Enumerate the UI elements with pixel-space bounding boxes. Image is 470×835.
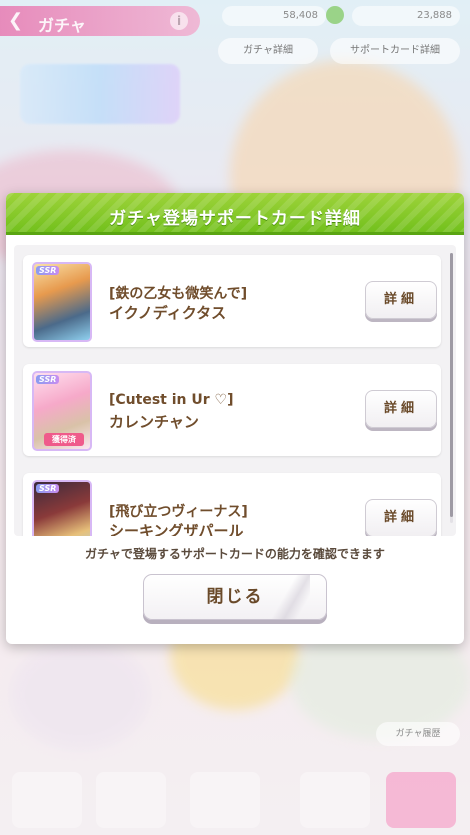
- currency-display-2: 23,888: [352, 6, 460, 26]
- rarity-badge: SSR: [36, 266, 60, 275]
- gacha-detail-button[interactable]: ガチャ詳細: [218, 38, 318, 64]
- card-character-name: イクノディクタス: [109, 304, 227, 322]
- card-row: SSR [鉄の乙女も微笑んで] イクノディクタス 詳細: [23, 255, 441, 347]
- card-thumbnail[interactable]: SSR: [32, 480, 92, 536]
- detail-button[interactable]: 詳細: [365, 281, 437, 319]
- bottom-nav: [0, 760, 470, 835]
- nav-item-4[interactable]: [300, 772, 370, 828]
- card-title: [鉄の乙女も微笑んで]: [109, 286, 248, 302]
- card-character-name: カレンチャン: [109, 413, 199, 431]
- card-thumbnail[interactable]: SSR: [32, 262, 92, 342]
- detail-button[interactable]: 詳細: [365, 499, 437, 536]
- card-row: SSR [飛び立つヴィーナス] シーキングザパール 詳細: [23, 473, 441, 536]
- detail-button[interactable]: 詳細: [365, 390, 437, 428]
- scrollbar-thumb[interactable]: [450, 253, 453, 517]
- dialog-description: ガチャで登場するサポートカードの能力を確認できます: [85, 547, 385, 561]
- nav-item-1[interactable]: [12, 772, 82, 828]
- card-row: SSR 獲得済 [Cutest in Ur ♡] カレンチャン 詳細: [23, 364, 441, 456]
- top-bar: ❮ ガチャ i 58,408 23,888: [0, 0, 470, 40]
- support-card-detail-dialog: ガチャ登場サポートカード詳細 SSR [鉄の乙女も微笑んで] イクノディクタス …: [6, 193, 464, 644]
- rarity-badge: SSR: [36, 375, 60, 384]
- info-icon[interactable]: i: [170, 12, 188, 30]
- card-title: [飛び立つヴィーナス]: [109, 504, 248, 520]
- nav-item-3[interactable]: [190, 772, 260, 828]
- add-currency-icon[interactable]: [326, 6, 344, 24]
- owned-badge: 獲得済: [44, 433, 84, 446]
- currency-value-2: 23,888: [417, 10, 452, 21]
- currency-value-1: 58,408: [283, 10, 318, 21]
- dialog-header: ガチャ登場サポートカード詳細: [6, 193, 464, 235]
- card-character-name: シーキングザパール: [109, 522, 244, 536]
- currency-display-1: 58,408: [222, 6, 326, 26]
- rarity-badge: SSR: [36, 484, 60, 493]
- page-title: ガチャ: [38, 16, 86, 35]
- close-button[interactable]: 閉じる: [143, 574, 327, 620]
- gacha-banner-logo: [20, 64, 180, 124]
- nav-item-2[interactable]: [96, 772, 166, 828]
- nav-item-gacha[interactable]: [386, 772, 456, 828]
- card-list[interactable]: SSR [鉄の乙女も微笑んで] イクノディクタス 詳細 SSR 獲得済 [Cut…: [14, 245, 456, 536]
- dialog-title: ガチャ登場サポートカード詳細: [109, 209, 361, 229]
- gacha-history-button[interactable]: ガチャ履歴: [376, 722, 460, 746]
- card-title: [Cutest in Ur ♡]: [109, 392, 234, 408]
- support-card-detail-button[interactable]: サポートカード詳細: [330, 38, 460, 64]
- back-arrow-icon[interactable]: ❮: [8, 10, 23, 31]
- card-thumbnail[interactable]: SSR 獲得済: [32, 371, 92, 451]
